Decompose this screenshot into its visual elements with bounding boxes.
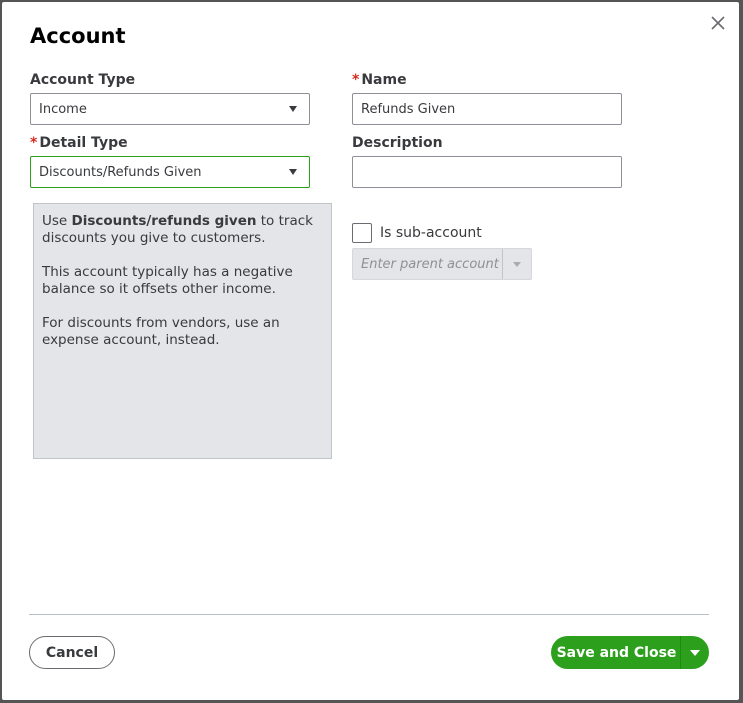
sub-account-checkbox[interactable] (352, 223, 372, 243)
chevron-down-icon (289, 169, 297, 175)
account-type-label: Account Type (30, 72, 136, 88)
save-options-dropdown[interactable] (680, 636, 709, 669)
detail-type-info-box: Use Discounts/refunds given to track dis… (33, 203, 332, 459)
description-input[interactable] (352, 156, 622, 188)
detail-type-select[interactable]: Discounts/Refunds Given (30, 156, 310, 188)
detail-type-value: Discounts/Refunds Given (39, 164, 202, 180)
required-mark: * (352, 72, 360, 88)
name-input[interactable]: Refunds Given (352, 93, 622, 125)
info-paragraph-1: Use Discounts/refunds given to track dis… (42, 213, 313, 246)
chevron-down-icon (513, 262, 521, 267)
cancel-button[interactable]: Cancel (29, 636, 115, 669)
chevron-down-icon (690, 649, 700, 656)
save-and-close-button-group: Save and Close (551, 636, 709, 669)
parent-account-placeholder: Enter parent account (361, 256, 499, 272)
close-icon[interactable] (709, 14, 727, 32)
sub-account-label: Is sub-account (380, 225, 482, 241)
account-dialog: Account Account Type Income * Name Refund… (2, 2, 739, 700)
divider (502, 249, 503, 279)
chevron-down-icon (289, 106, 297, 112)
info-paragraph-3: For discounts from vendors, use an expen… (42, 315, 280, 348)
description-label: Description (352, 135, 443, 151)
parent-account-select: Enter parent account (352, 248, 532, 280)
info-paragraph-2: This account typically has a negative ba… (42, 264, 293, 297)
footer-divider (29, 614, 709, 615)
account-type-value: Income (39, 101, 87, 117)
required-mark: * (30, 135, 38, 151)
save-and-close-button[interactable]: Save and Close (551, 636, 680, 669)
name-label: * Name (352, 72, 407, 88)
account-type-select[interactable]: Income (30, 93, 310, 125)
name-value: Refunds Given (361, 101, 456, 117)
detail-type-label: * Detail Type (30, 135, 128, 151)
dialog-title: Account (30, 24, 126, 48)
